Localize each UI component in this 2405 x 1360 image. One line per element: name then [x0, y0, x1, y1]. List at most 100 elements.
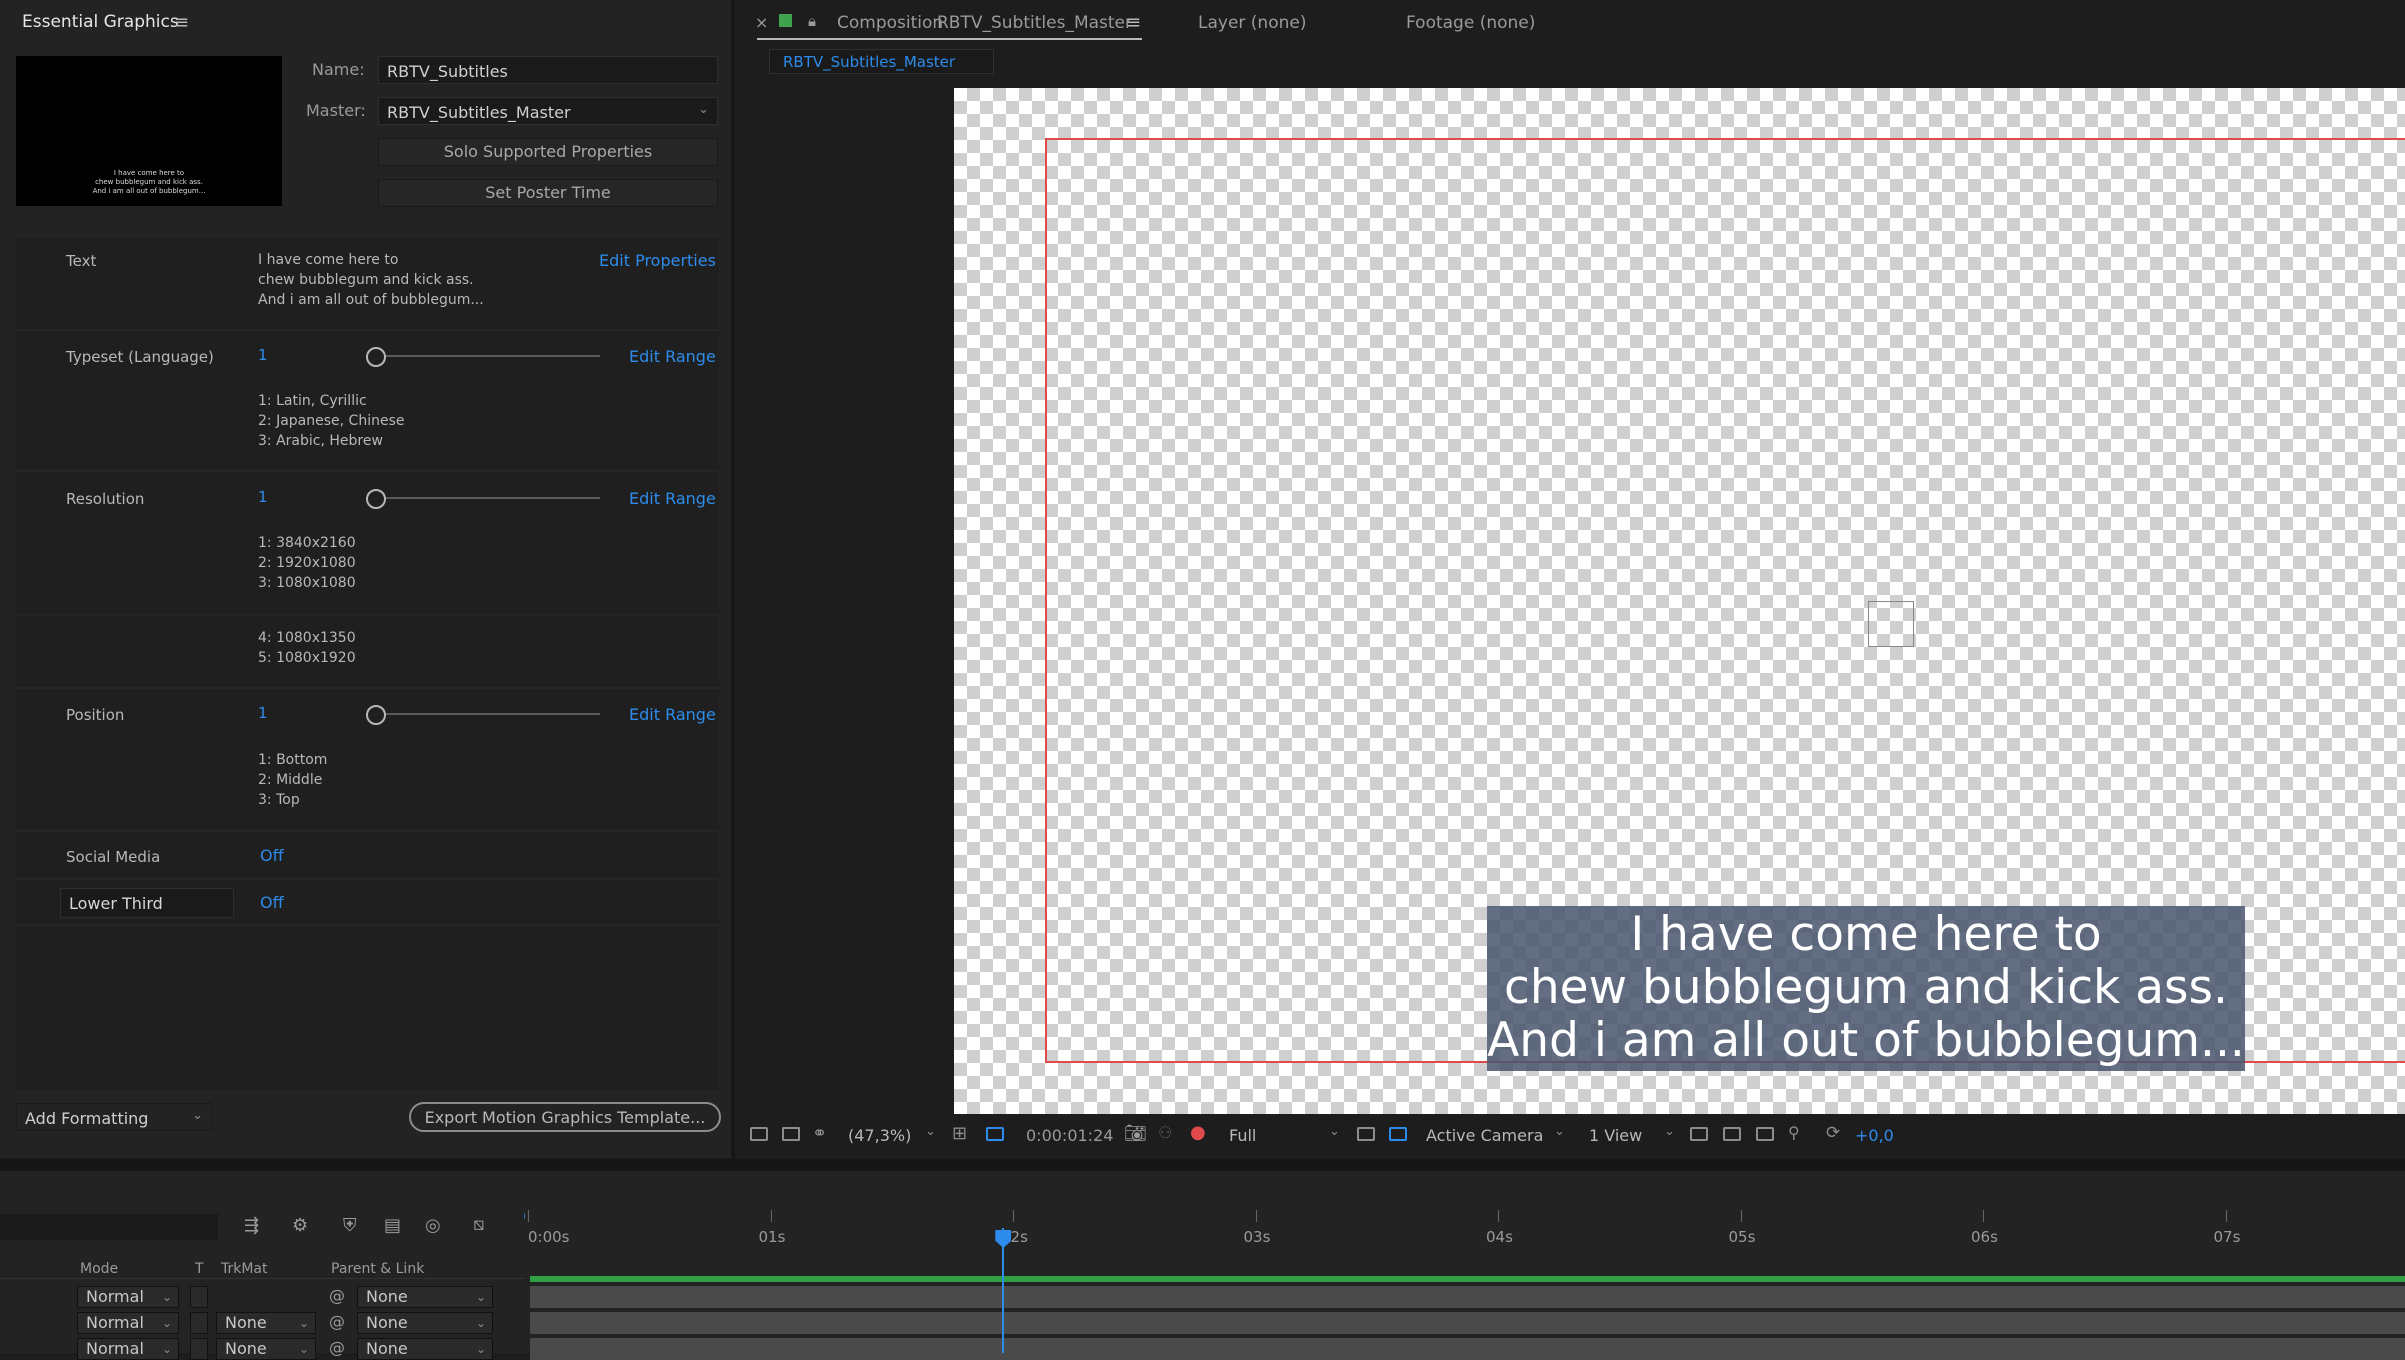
layer-track-bar[interactable]	[530, 1338, 2405, 1360]
chevron-down-icon[interactable]: ⌄	[1664, 1124, 1675, 1139]
parent-value: None	[366, 1339, 408, 1358]
lock-icon[interactable]: 🔒︎	[808, 12, 816, 30]
position-edit-range-link[interactable]: Edit Range	[629, 705, 716, 724]
3d-draft-icon[interactable]	[1723, 1127, 1741, 1141]
reset-exposure-icon[interactable]: ⟳	[1826, 1123, 1840, 1143]
timeline-link-icon[interactable]	[1756, 1127, 1774, 1141]
export-motion-graphics-template-button[interactable]: Export Motion Graphics Template...	[409, 1102, 721, 1132]
resolution-slider-knob[interactable]	[366, 489, 386, 509]
composition-tab-name[interactable]: RBTV_Subtitles_Master	[937, 13, 1132, 33]
master-label: Master:	[306, 101, 366, 120]
toggle-pixel-aspect-icon[interactable]	[1690, 1127, 1708, 1141]
shy-layers-icon[interactable]: ⛨	[343, 1215, 357, 1236]
divider	[16, 329, 719, 331]
close-tab-icon[interactable]: ×	[755, 13, 768, 32]
typeset-edit-range-link[interactable]: Edit Range	[629, 347, 716, 366]
exposure-value[interactable]: +0,0	[1855, 1126, 1894, 1145]
draft-3d-icon[interactable]: ⚙	[292, 1215, 308, 1236]
monitor-icon[interactable]	[782, 1127, 800, 1141]
typeset-value[interactable]: 1	[258, 346, 268, 364]
name-label: Name:	[312, 60, 365, 79]
solo-supported-properties-button[interactable]: Solo Supported Properties	[378, 138, 718, 166]
chevron-down-icon[interactable]: ⌄	[1554, 1124, 1565, 1139]
parent-dropdown[interactable]: None ⌄	[357, 1312, 493, 1334]
ruler-tick	[770, 1210, 772, 1222]
social-media-value[interactable]: Off	[260, 846, 284, 865]
fast-previews-icon[interactable]	[1357, 1127, 1375, 1141]
resolution-value[interactable]: 1	[258, 488, 268, 506]
preserve-transparency-toggle[interactable]	[190, 1338, 208, 1360]
add-formatting-dropdown[interactable]: Add Formatting ⌄	[16, 1103, 212, 1131]
chevron-down-icon[interactable]: ⌄	[1329, 1124, 1340, 1139]
chevron-down-icon[interactable]: ⌄	[925, 1124, 936, 1139]
flowchart-icon[interactable]: ⚲	[1788, 1123, 1800, 1142]
ruler-label: 03s	[1243, 1228, 1271, 1246]
hamburger-icon[interactable]: ≡	[174, 12, 189, 33]
trkmat-value: None	[225, 1339, 267, 1358]
zoom-level[interactable]: (47,3%)	[848, 1126, 911, 1145]
label-color-swatch[interactable]	[779, 14, 792, 27]
layer-track-bar[interactable]	[530, 1286, 2405, 1308]
comp-flowchart-icon[interactable]: ⇶	[244, 1215, 259, 1236]
position-slider-track[interactable]	[374, 713, 600, 715]
preserve-transparency-toggle[interactable]	[190, 1286, 208, 1308]
mask-view-icon[interactable]: ⚭	[812, 1123, 827, 1144]
motion-blur-icon[interactable]: ◎	[425, 1215, 441, 1236]
timeline-search-input[interactable]	[0, 1214, 218, 1240]
edit-properties-link[interactable]: Edit Properties	[599, 251, 716, 270]
parent-dropdown[interactable]: None ⌄	[357, 1338, 493, 1360]
views-dropdown[interactable]: 1 View	[1589, 1126, 1642, 1145]
pickwhip-icon[interactable]: @	[329, 1312, 345, 1331]
position-slider-knob[interactable]	[366, 705, 386, 725]
resolution-dropdown[interactable]: Full	[1229, 1126, 1256, 1145]
layer-mode-dropdown[interactable]: Normal ⌄	[77, 1286, 179, 1308]
typeset-options: 1: Latin, Cyrillic 2: Japanese, Chinese …	[258, 393, 405, 449]
trkmat-column-header[interactable]: TrkMat	[221, 1261, 268, 1277]
always-preview-icon[interactable]	[750, 1127, 768, 1141]
set-poster-time-button[interactable]: Set Poster Time	[378, 179, 718, 207]
frame-blending-icon[interactable]: ▤	[384, 1215, 401, 1236]
ruler-label: 07s	[2213, 1228, 2241, 1246]
time-ruler[interactable]: 0:00s 01s 02s 03s 04s 05s 06s 07s	[525, 1210, 2405, 1254]
color-channels-icon[interactable]: ●	[1190, 1122, 1206, 1143]
ruler-tick	[528, 1210, 529, 1222]
show-snapshot-icon[interactable]: ⚇	[1158, 1123, 1172, 1142]
typeset-slider-track[interactable]	[374, 355, 600, 357]
graph-editor-icon[interactable]: ⧅	[473, 1214, 484, 1235]
master-dropdown[interactable]: RBTV_Subtitles_Master ⌄	[378, 97, 718, 125]
grid-icon[interactable]: ⊞	[952, 1123, 967, 1144]
text-property-value[interactable]: I have come here to chew bubblegum and k…	[258, 250, 484, 310]
t-column-header[interactable]: T	[195, 1261, 204, 1277]
composition-tab-prefix[interactable]: Composition	[837, 13, 943, 33]
resolution-edit-range-link[interactable]: Edit Range	[629, 489, 716, 508]
pickwhip-icon[interactable]: @	[329, 1286, 345, 1305]
composition-breadcrumb[interactable]: RBTV_Subtitles_Master	[769, 49, 994, 74]
typeset-slider-knob[interactable]	[366, 347, 386, 367]
subtitle-box[interactable]: I have come here to chew bubblegum and k…	[1487, 906, 2245, 1071]
layer-mode-dropdown[interactable]: Normal ⌄	[77, 1312, 179, 1334]
lower-third-label-field[interactable]: Lower Third	[60, 888, 234, 918]
trkmat-dropdown[interactable]: None ⌄	[216, 1338, 316, 1360]
composition-menu-icon[interactable]: ≡	[1126, 12, 1141, 33]
layer-mode-dropdown[interactable]: Normal ⌄	[77, 1338, 179, 1360]
parent-dropdown[interactable]: None ⌄	[357, 1286, 493, 1308]
trkmat-dropdown[interactable]: None ⌄	[216, 1312, 316, 1334]
anchor-point-marker[interactable]	[1868, 601, 1914, 647]
poster-thumbnail: I have come here to chew bubblegum and k…	[16, 56, 282, 206]
lower-third-value[interactable]: Off	[260, 893, 284, 912]
resolution-slider-track[interactable]	[374, 497, 600, 499]
current-timecode[interactable]: 0:00:01:24	[1026, 1126, 1113, 1145]
position-value[interactable]: 1	[258, 704, 268, 722]
region-of-interest-icon[interactable]	[986, 1127, 1004, 1141]
camera-dropdown[interactable]: Active Camera	[1426, 1126, 1543, 1145]
camera-snapshot-icon[interactable]: 📷︎	[1124, 1123, 1147, 1144]
layer-track-bar[interactable]	[530, 1312, 2405, 1334]
name-field[interactable]: RBTV_Subtitles	[378, 56, 718, 84]
preserve-transparency-toggle[interactable]	[190, 1312, 208, 1334]
pickwhip-icon[interactable]: @	[329, 1338, 345, 1357]
parent-column-header[interactable]: Parent & Link	[331, 1261, 424, 1277]
layer-tab[interactable]: Layer (none)	[1198, 13, 1306, 33]
transparency-grid-toggle-icon[interactable]	[1389, 1127, 1407, 1141]
mode-column-header[interactable]: Mode	[80, 1261, 118, 1277]
footage-tab[interactable]: Footage (none)	[1406, 13, 1535, 33]
